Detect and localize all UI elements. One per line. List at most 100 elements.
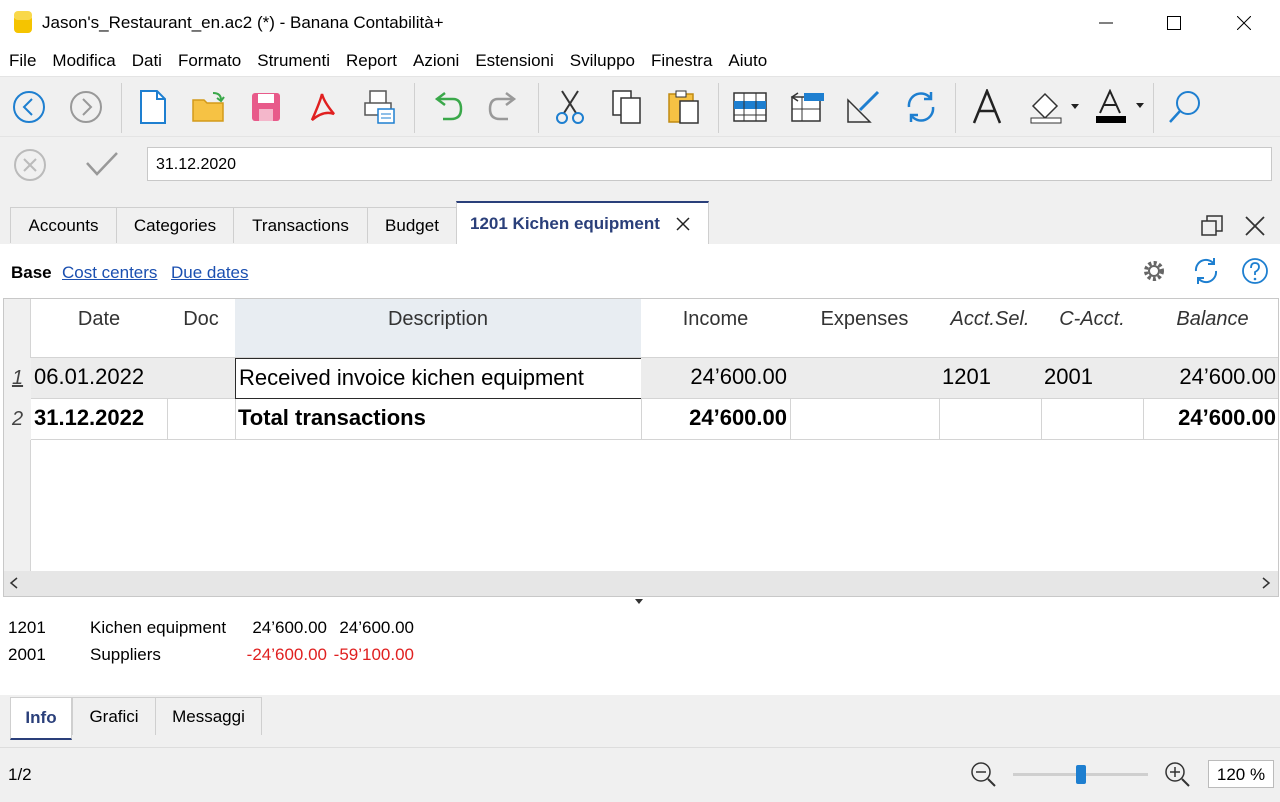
fill-color-button[interactable] bbox=[1026, 83, 1082, 131]
toolbar bbox=[0, 76, 1280, 137]
table-cell-description[interactable]: Total transactions bbox=[235, 399, 642, 440]
tab-info[interactable]: Info bbox=[10, 697, 72, 740]
cut-button[interactable] bbox=[547, 83, 593, 131]
recalculate-button[interactable] bbox=[898, 83, 944, 131]
minimize-button[interactable] bbox=[1078, 0, 1134, 46]
menu-report[interactable]: Report bbox=[338, 51, 405, 71]
text-color-button[interactable] bbox=[1091, 83, 1147, 131]
view-base[interactable]: Base bbox=[11, 263, 52, 283]
scroll-right-icon[interactable] bbox=[1260, 576, 1272, 590]
maximize-button[interactable] bbox=[1146, 0, 1202, 46]
table-cell-doc[interactable] bbox=[167, 358, 236, 399]
redo-button[interactable] bbox=[481, 83, 527, 131]
column-header-expenses[interactable]: Expenses bbox=[790, 299, 940, 358]
print-button[interactable] bbox=[357, 83, 403, 131]
zoom-slider-thumb[interactable] bbox=[1075, 765, 1086, 784]
menu-modifica[interactable]: Modifica bbox=[44, 51, 123, 71]
zoom-out-button[interactable] bbox=[969, 760, 997, 793]
close-tab-icon[interactable] bbox=[676, 216, 690, 231]
table-cell-expenses[interactable] bbox=[790, 358, 940, 399]
transactions-grid: Date Doc Description Income Expenses Acc… bbox=[3, 298, 1279, 597]
copy-button[interactable] bbox=[604, 83, 650, 131]
column-header-description[interactable]: Description bbox=[235, 299, 642, 358]
undo-button[interactable] bbox=[424, 83, 470, 131]
splitter-handle-icon[interactable] bbox=[635, 599, 643, 605]
table-cell-income[interactable]: 24’600.00 bbox=[641, 358, 791, 399]
font-button[interactable] bbox=[964, 83, 1010, 131]
back-button[interactable] bbox=[6, 83, 52, 131]
menu-estensioni[interactable]: Estensioni bbox=[467, 51, 561, 71]
table-cell-date[interactable]: 31.12.2022 bbox=[31, 399, 168, 440]
save-button[interactable] bbox=[243, 83, 289, 131]
table-cell-acct-sel[interactable] bbox=[939, 399, 1042, 440]
tab-grafici[interactable]: Grafici bbox=[72, 697, 156, 735]
new-file-button[interactable] bbox=[130, 83, 176, 131]
forward-button[interactable] bbox=[63, 83, 109, 131]
row-number[interactable]: 1 bbox=[4, 358, 31, 399]
settings-button[interactable] bbox=[1141, 258, 1167, 289]
format-columns-button[interactable] bbox=[841, 83, 887, 131]
menu-sviluppo[interactable]: Sviluppo bbox=[562, 51, 643, 71]
table-cell-income[interactable]: 24’600.00 bbox=[641, 399, 791, 440]
pdf-icon bbox=[310, 93, 335, 121]
table-cell-doc[interactable] bbox=[167, 399, 236, 440]
column-header-date[interactable]: Date bbox=[31, 299, 168, 358]
tab-accounts[interactable]: Accounts bbox=[10, 207, 117, 243]
confirm-edit-button[interactable] bbox=[84, 149, 120, 184]
table-cell-expenses[interactable] bbox=[790, 399, 940, 440]
menu-dati[interactable]: Dati bbox=[124, 51, 170, 71]
paint-bucket-icon bbox=[1030, 92, 1079, 124]
column-header-c-acct[interactable]: C-Acct. bbox=[1041, 299, 1144, 358]
table-cell-c-acct[interactable]: 2001 bbox=[1041, 358, 1144, 399]
horizontal-scrollbar[interactable] bbox=[4, 571, 1278, 596]
close-pane-button[interactable] bbox=[1245, 216, 1265, 241]
menu-strumenti[interactable]: Strumenti bbox=[249, 51, 338, 71]
cancel-circle-icon bbox=[14, 149, 46, 181]
restore-pane-button[interactable] bbox=[1201, 215, 1223, 242]
menu-finestra[interactable]: Finestra bbox=[643, 51, 720, 71]
menu-file[interactable]: File bbox=[0, 51, 44, 71]
insert-rows-button[interactable] bbox=[727, 83, 773, 131]
table-cell-c-acct[interactable] bbox=[1041, 399, 1144, 440]
menu-bar: File Modifica Dati Formato Strumenti Rep… bbox=[0, 46, 1280, 76]
table-cell-acct-sel[interactable]: 1201 bbox=[939, 358, 1042, 399]
table-cell-date[interactable]: 06.01.2022 bbox=[31, 358, 168, 399]
column-header-acct-sel[interactable]: Acct.Sel. bbox=[939, 299, 1042, 358]
table-cell-description-selected[interactable]: Received invoice kichen equipment bbox=[235, 358, 642, 399]
menu-aiuto[interactable]: Aiuto bbox=[720, 51, 775, 71]
table-cell-balance[interactable]: 24’600.00 bbox=[1143, 399, 1278, 440]
forward-arrow-icon bbox=[70, 91, 102, 123]
cell-content-input[interactable]: 31.12.2020 bbox=[147, 147, 1272, 181]
open-file-button[interactable] bbox=[186, 83, 232, 131]
view-cost-centers-link[interactable]: Cost centers bbox=[62, 263, 157, 283]
save-disk-icon bbox=[252, 93, 280, 121]
row-number[interactable]: 2 bbox=[4, 399, 31, 440]
cancel-edit-button[interactable] bbox=[12, 147, 48, 188]
close-window-button[interactable] bbox=[1216, 0, 1272, 46]
tab-messaggi[interactable]: Messaggi bbox=[155, 697, 262, 735]
close-icon bbox=[1237, 16, 1251, 30]
view-due-dates-link[interactable]: Due dates bbox=[171, 263, 249, 283]
tab-categories[interactable]: Categories bbox=[116, 207, 234, 243]
table-cell-balance[interactable]: 24’600.00 bbox=[1143, 358, 1278, 399]
undo-icon bbox=[434, 92, 463, 121]
search-icon bbox=[1169, 91, 1200, 123]
zoom-in-button[interactable] bbox=[1163, 760, 1191, 793]
tab-budget[interactable]: Budget bbox=[367, 207, 457, 243]
zoom-level-field[interactable]: 120 % bbox=[1208, 760, 1274, 788]
refresh-view-button[interactable] bbox=[1192, 257, 1220, 290]
column-header-income[interactable]: Income bbox=[641, 299, 791, 358]
tab-transactions[interactable]: Transactions bbox=[233, 207, 368, 243]
menu-azioni[interactable]: Azioni bbox=[405, 51, 467, 71]
search-button[interactable] bbox=[1162, 83, 1208, 131]
pdf-button[interactable] bbox=[300, 83, 346, 131]
scroll-left-icon[interactable] bbox=[8, 576, 20, 590]
move-rows-button[interactable] bbox=[784, 83, 830, 131]
tab-account-card[interactable]: 1201 Kichen equipment bbox=[456, 201, 709, 244]
column-header-balance[interactable]: Balance bbox=[1143, 299, 1278, 358]
checkmark-icon bbox=[86, 152, 118, 176]
column-header-doc[interactable]: Doc bbox=[167, 299, 236, 358]
menu-formato[interactable]: Formato bbox=[170, 51, 249, 71]
paste-button[interactable] bbox=[661, 83, 707, 131]
help-button[interactable] bbox=[1241, 257, 1269, 290]
